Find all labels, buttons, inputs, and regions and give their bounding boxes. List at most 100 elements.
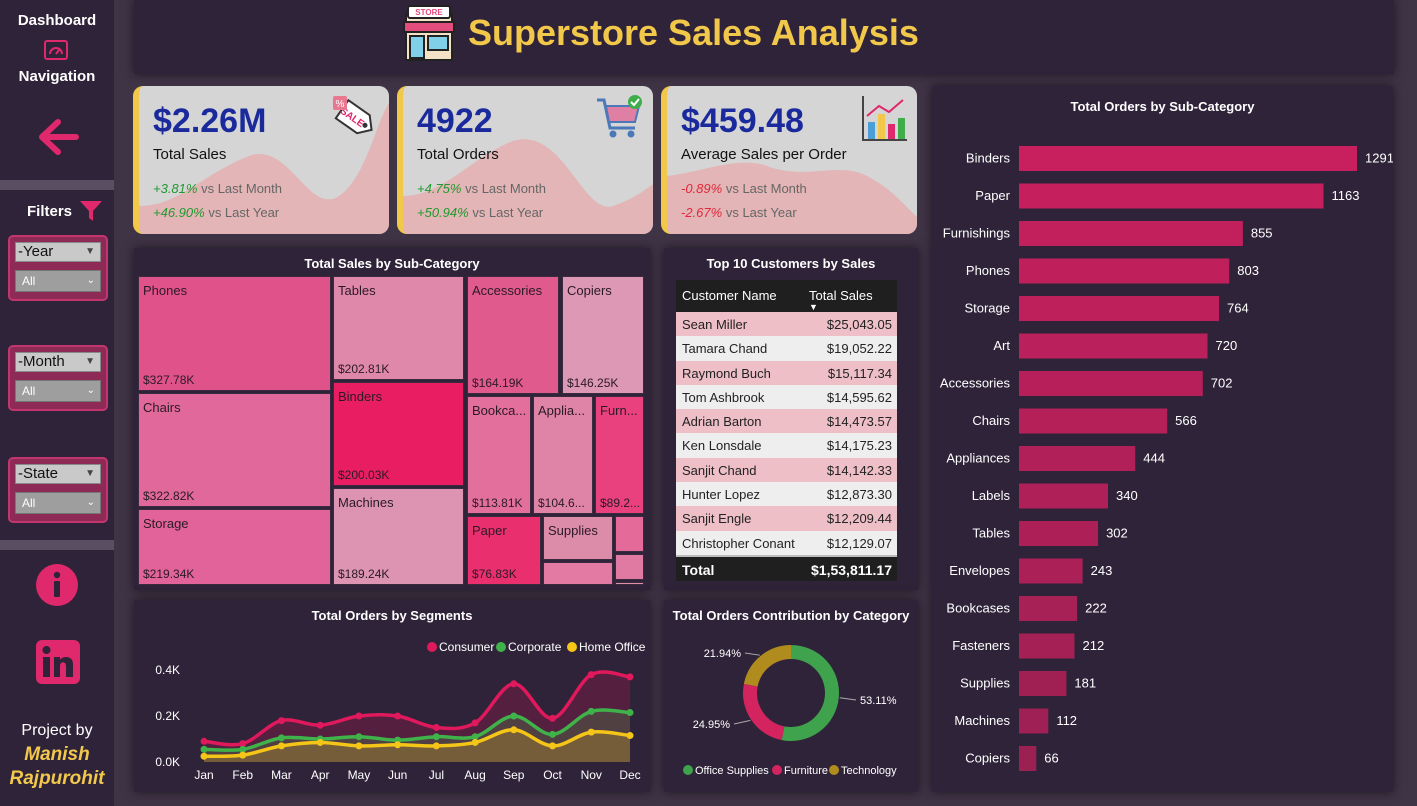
data-point[interactable]	[587, 707, 595, 715]
treemap-tile[interactable]: Chairs $322.82K	[138, 393, 331, 507]
data-point[interactable]	[277, 742, 285, 750]
table-row[interactable]: Hunter Lopez $12,873.30	[676, 482, 897, 507]
data-point[interactable]	[277, 734, 285, 742]
table-row[interactable]: Christopher Conant $12,129.07	[676, 530, 897, 555]
state-filter-dropdown[interactable]: All ⌄	[15, 492, 101, 514]
data-point[interactable]	[355, 742, 363, 750]
treemap-tile[interactable]	[615, 554, 644, 580]
table-row[interactable]: Adrian Barton $14,473.57	[676, 409, 897, 434]
data-point[interactable]	[200, 752, 208, 760]
bar[interactable]	[1019, 483, 1109, 509]
data-point[interactable]	[549, 714, 557, 722]
column-header-customer[interactable]: Customer Name	[682, 288, 777, 303]
bar[interactable]	[1019, 746, 1037, 771]
bar[interactable]	[1019, 521, 1099, 546]
year-filter-header[interactable]: -Year ▼	[15, 242, 101, 262]
bar-value-label: 803	[1237, 263, 1259, 278]
bar[interactable]	[1019, 558, 1083, 584]
treemap-tile[interactable]: Phones $327.78K	[138, 276, 331, 391]
bar[interactable]	[1019, 633, 1075, 659]
data-point[interactable]	[626, 673, 634, 681]
legend-label[interactable]: Corporate	[508, 640, 562, 654]
donut-slice[interactable]	[743, 683, 785, 741]
treemap-tile[interactable]	[615, 516, 644, 552]
treemap-tile[interactable]: Tables $202.81K	[333, 276, 464, 380]
table-row[interactable]: Tamara Chand $19,052.22	[676, 336, 897, 361]
treemap-tile[interactable]: Copiers $146.25K	[562, 276, 644, 394]
table-row[interactable]: Raymond Buch $15,117.34	[676, 360, 897, 385]
data-point[interactable]	[394, 712, 402, 720]
sort-descending-icon[interactable]: ▼	[809, 302, 818, 312]
treemap-tile[interactable]: Binders $200.03K	[333, 382, 464, 486]
bar[interactable]	[1019, 296, 1220, 321]
treemap-tile[interactable]: Furn... $89.2...	[595, 396, 644, 514]
column-header-sales[interactable]: Total Sales	[809, 288, 873, 303]
data-point[interactable]	[549, 730, 557, 738]
year-filter-dropdown[interactable]: All ⌄	[15, 270, 101, 292]
data-point[interactable]	[432, 742, 440, 750]
legend-label[interactable]: Consumer	[439, 640, 494, 654]
month-filter-dropdown[interactable]: All ⌄	[15, 380, 101, 402]
treemap-tile[interactable]	[543, 562, 613, 585]
data-point[interactable]	[200, 745, 208, 753]
data-point[interactable]	[471, 719, 479, 727]
bar[interactable]	[1019, 221, 1243, 246]
data-point[interactable]	[316, 721, 324, 729]
linkedin-icon[interactable]	[36, 640, 80, 689]
table-row[interactable]: Ken Lonsdale $14,175.23	[676, 433, 897, 458]
data-point[interactable]	[277, 717, 285, 725]
treemap-tile[interactable]: Storage $219.34K	[138, 509, 331, 585]
bar[interactable]	[1019, 596, 1078, 621]
data-point[interactable]	[510, 680, 518, 688]
data-point[interactable]	[587, 671, 595, 679]
treemap-tile[interactable]: Supplies	[543, 516, 613, 560]
data-point[interactable]	[510, 712, 518, 720]
legend-label[interactable]: Furniture	[784, 765, 828, 777]
treemap-tile[interactable]: Bookca... $113.81K	[467, 396, 531, 514]
treemap-tile[interactable]: Paper $76.83K	[467, 516, 541, 585]
data-point[interactable]	[394, 741, 402, 749]
table-row[interactable]: Sanjit Engle $12,209.44	[676, 506, 897, 531]
back-arrow-icon[interactable]	[38, 118, 80, 161]
data-point[interactable]	[510, 726, 518, 734]
treemap-tile[interactable]: Applia... $104.6...	[533, 396, 593, 514]
customer-name-cell: Sean Miller	[682, 317, 748, 332]
data-point[interactable]	[432, 724, 440, 731]
data-point[interactable]	[587, 728, 595, 736]
data-point[interactable]	[355, 733, 363, 741]
table-row[interactable]: Tom Ashbrook $14,595.62	[676, 384, 897, 410]
bar[interactable]	[1019, 671, 1067, 696]
bar[interactable]	[1019, 371, 1203, 396]
bar[interactable]	[1019, 183, 1324, 209]
treemap-tile[interactable]: Accessories $164.19K	[467, 276, 559, 394]
bar[interactable]	[1019, 408, 1168, 434]
legend-label[interactable]: Technology	[841, 765, 897, 777]
treemap-tile[interactable]: Machines $189.24K	[333, 488, 464, 585]
data-point[interactable]	[432, 733, 440, 741]
treemap-tile[interactable]	[615, 582, 644, 585]
legend-label[interactable]: Office Supplies	[695, 765, 769, 777]
bar[interactable]	[1019, 708, 1049, 734]
data-point[interactable]	[355, 712, 363, 720]
state-filter-header[interactable]: -State ▼	[15, 464, 101, 484]
data-point[interactable]	[239, 751, 247, 759]
table-row[interactable]: Sanjit Chand $14,142.33	[676, 457, 897, 483]
data-point[interactable]	[549, 742, 557, 750]
data-point[interactable]	[471, 738, 479, 746]
data-point[interactable]	[200, 737, 208, 745]
legend-label[interactable]: Home Office	[579, 640, 646, 654]
data-point[interactable]	[626, 709, 634, 717]
bar[interactable]	[1019, 258, 1230, 284]
data-point[interactable]	[626, 732, 634, 740]
data-point[interactable]	[316, 738, 324, 746]
info-icon[interactable]	[36, 564, 78, 611]
filter-icon[interactable]	[78, 199, 104, 228]
bar[interactable]	[1019, 146, 1357, 171]
month-filter-header[interactable]: -Month ▼	[15, 352, 101, 372]
donut-slice[interactable]	[743, 645, 792, 687]
donut-slice[interactable]	[781, 645, 839, 741]
table-row[interactable]: Sean Miller $25,043.05	[676, 312, 897, 337]
bar[interactable]	[1019, 333, 1208, 359]
bar[interactable]	[1019, 446, 1136, 471]
sidebar-subtitle: Navigation	[18, 68, 96, 85]
